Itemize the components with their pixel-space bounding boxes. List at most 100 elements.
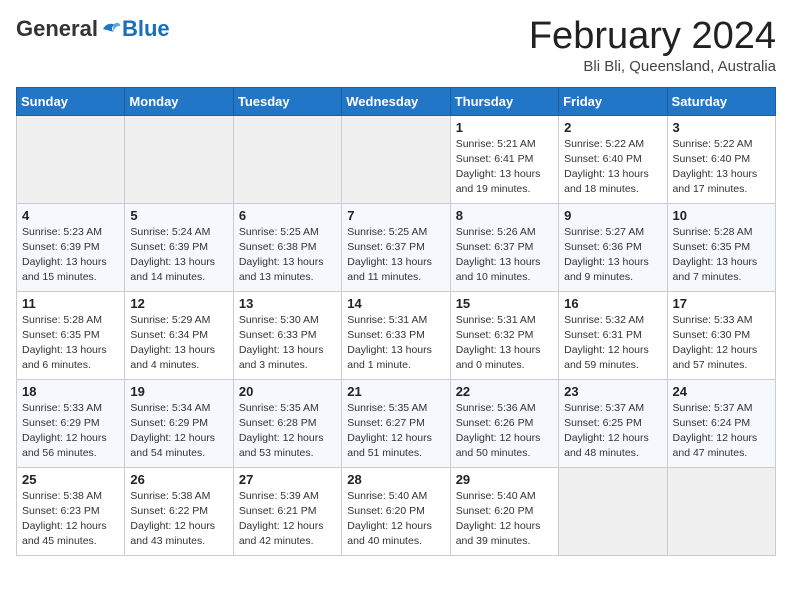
- day-info: Sunrise: 5:22 AMSunset: 6:40 PMDaylight:…: [673, 137, 770, 198]
- calendar-cell: 19Sunrise: 5:34 AMSunset: 6:29 PMDayligh…: [125, 379, 233, 467]
- calendar-cell: [17, 115, 125, 203]
- calendar-cell: [559, 467, 667, 555]
- day-info: Sunrise: 5:37 AMSunset: 6:25 PMDaylight:…: [564, 401, 661, 462]
- calendar-cell: 4 Sunrise: 5:23 AMSunset: 6:39 PMDaylight…: [17, 203, 125, 291]
- day-number: 25: [22, 472, 119, 487]
- day-info: Sunrise: 5:35 AMSunset: 6:28 PMDaylight:…: [239, 401, 336, 462]
- weekday-header-tuesday: Tuesday: [233, 87, 341, 115]
- calendar-cell: 7Sunrise: 5:25 AMSunset: 6:37 PMDaylight…: [342, 203, 450, 291]
- day-number: 22: [456, 384, 553, 399]
- logo-bird-icon: [100, 18, 122, 40]
- day-number: 13: [239, 296, 336, 311]
- day-number: 2: [564, 120, 661, 135]
- calendar-cell: 13 Sunrise: 5:30 AMSunset: 6:33 PMDayligh…: [233, 291, 341, 379]
- calendar-cell: 1Sunrise: 5:21 AMSunset: 6:41 PMDaylight…: [450, 115, 558, 203]
- day-number: 17: [673, 296, 770, 311]
- weekday-header-sunday: Sunday: [17, 87, 125, 115]
- day-number: 9: [564, 208, 661, 223]
- day-info: Sunrise: 5:25 AMSunset: 6:38 PMDaylight:…: [239, 225, 336, 286]
- weekday-header-friday: Friday: [559, 87, 667, 115]
- day-number: 1: [456, 120, 553, 135]
- day-number: 24: [673, 384, 770, 399]
- day-info: Sunrise: 5:37 AMSunset: 6:24 PMDaylight:…: [673, 401, 770, 462]
- calendar-week-row: 18Sunrise: 5:33 AMSunset: 6:29 PMDayligh…: [17, 379, 776, 467]
- calendar-title: February 2024: [529, 16, 776, 58]
- calendar-subtitle: Bli Bli, Queensland, Australia: [529, 58, 776, 75]
- day-info: Sunrise: 5:26 AMSunset: 6:37 PMDaylight:…: [456, 225, 553, 286]
- logo-general-text: General: [16, 16, 98, 42]
- day-number: 26: [130, 472, 227, 487]
- day-info: Sunrise: 5:31 AMSunset: 6:33 PMDaylight:…: [347, 313, 444, 374]
- weekday-header-saturday: Saturday: [667, 87, 775, 115]
- day-info: Sunrise: 5:33 AMSunset: 6:30 PMDaylight:…: [673, 313, 770, 374]
- calendar-cell: 26 Sunrise: 5:38 AMSunset: 6:22 PMDayligh…: [125, 467, 233, 555]
- calendar-cell: 21Sunrise: 5:35 AMSunset: 6:27 PMDayligh…: [342, 379, 450, 467]
- day-number: 27: [239, 472, 336, 487]
- day-info: Sunrise: 5:24 AMSunset: 6:39 PMDaylight:…: [130, 225, 227, 286]
- day-info: Sunrise: 5:33 AMSunset: 6:29 PMDaylight:…: [22, 401, 119, 462]
- day-number: 28: [347, 472, 444, 487]
- weekday-header-thursday: Thursday: [450, 87, 558, 115]
- day-info: Sunrise: 5:30 AMSunset: 6:33 PMDaylight:…: [239, 313, 336, 374]
- page-header: General Blue February 2024 Bli Bli, Quee…: [16, 16, 776, 75]
- day-number: 15: [456, 296, 553, 311]
- calendar-cell: 6 Sunrise: 5:25 AMSunset: 6:38 PMDaylight…: [233, 203, 341, 291]
- day-number: 4: [22, 208, 119, 223]
- weekday-header-monday: Monday: [125, 87, 233, 115]
- calendar-cell: 2 Sunrise: 5:22 AMSunset: 6:40 PMDaylight…: [559, 115, 667, 203]
- day-info: Sunrise: 5:28 AMSunset: 6:35 PMDaylight:…: [673, 225, 770, 286]
- calendar-cell: 14 Sunrise: 5:31 AMSunset: 6:33 PMDayligh…: [342, 291, 450, 379]
- calendar-week-row: 4 Sunrise: 5:23 AMSunset: 6:39 PMDaylight…: [17, 203, 776, 291]
- calendar-cell: [125, 115, 233, 203]
- calendar-cell: 28 Sunrise: 5:40 AMSunset: 6:20 PMDayligh…: [342, 467, 450, 555]
- day-number: 23: [564, 384, 661, 399]
- calendar-cell: 11Sunrise: 5:28 AMSunset: 6:35 PMDayligh…: [17, 291, 125, 379]
- weekday-header-wednesday: Wednesday: [342, 87, 450, 115]
- day-number: 19: [130, 384, 227, 399]
- calendar-cell: 9 Sunrise: 5:27 AMSunset: 6:36 PMDaylight…: [559, 203, 667, 291]
- day-number: 29: [456, 472, 553, 487]
- calendar-cell: 15 Sunrise: 5:31 AMSunset: 6:32 PMDayligh…: [450, 291, 558, 379]
- day-number: 8: [456, 208, 553, 223]
- day-info: Sunrise: 5:40 AMSunset: 6:20 PMDaylight:…: [456, 489, 553, 550]
- calendar-cell: 12 Sunrise: 5:29 AMSunset: 6:34 PMDayligh…: [125, 291, 233, 379]
- calendar-cell: 18Sunrise: 5:33 AMSunset: 6:29 PMDayligh…: [17, 379, 125, 467]
- day-info: Sunrise: 5:27 AMSunset: 6:36 PMDaylight:…: [564, 225, 661, 286]
- day-number: 21: [347, 384, 444, 399]
- day-info: Sunrise: 5:23 AMSunset: 6:39 PMDaylight:…: [22, 225, 119, 286]
- logo-blue-text: Blue: [122, 16, 170, 42]
- title-block: February 2024 Bli Bli, Queensland, Austr…: [529, 16, 776, 75]
- day-number: 12: [130, 296, 227, 311]
- calendar-table: SundayMondayTuesdayWednesdayThursdayFrid…: [16, 87, 776, 556]
- day-info: Sunrise: 5:31 AMSunset: 6:32 PMDaylight:…: [456, 313, 553, 374]
- calendar-cell: 24 Sunrise: 5:37 AMSunset: 6:24 PMDayligh…: [667, 379, 775, 467]
- calendar-cell: 5 Sunrise: 5:24 AMSunset: 6:39 PMDaylight…: [125, 203, 233, 291]
- day-info: Sunrise: 5:32 AMSunset: 6:31 PMDaylight:…: [564, 313, 661, 374]
- day-info: Sunrise: 5:38 AMSunset: 6:22 PMDaylight:…: [130, 489, 227, 550]
- day-info: Sunrise: 5:39 AMSunset: 6:21 PMDaylight:…: [239, 489, 336, 550]
- calendar-cell: [342, 115, 450, 203]
- calendar-cell: 22 Sunrise: 5:36 AMSunset: 6:26 PMDayligh…: [450, 379, 558, 467]
- calendar-cell: 29 Sunrise: 5:40 AMSunset: 6:20 PMDayligh…: [450, 467, 558, 555]
- calendar-cell: 27 Sunrise: 5:39 AMSunset: 6:21 PMDayligh…: [233, 467, 341, 555]
- calendar-cell: 20Sunrise: 5:35 AMSunset: 6:28 PMDayligh…: [233, 379, 341, 467]
- calendar-header-row: SundayMondayTuesdayWednesdayThursdayFrid…: [17, 87, 776, 115]
- calendar-cell: 8 Sunrise: 5:26 AMSunset: 6:37 PMDaylight…: [450, 203, 558, 291]
- logo: General Blue: [16, 16, 170, 42]
- day-info: Sunrise: 5:40 AMSunset: 6:20 PMDaylight:…: [347, 489, 444, 550]
- calendar-cell: 10 Sunrise: 5:28 AMSunset: 6:35 PMDayligh…: [667, 203, 775, 291]
- day-number: 5: [130, 208, 227, 223]
- day-info: Sunrise: 5:28 AMSunset: 6:35 PMDaylight:…: [22, 313, 119, 374]
- day-number: 7: [347, 208, 444, 223]
- day-info: Sunrise: 5:38 AMSunset: 6:23 PMDaylight:…: [22, 489, 119, 550]
- day-info: Sunrise: 5:22 AMSunset: 6:40 PMDaylight:…: [564, 137, 661, 198]
- day-number: 14: [347, 296, 444, 311]
- day-info: Sunrise: 5:36 AMSunset: 6:26 PMDaylight:…: [456, 401, 553, 462]
- day-number: 3: [673, 120, 770, 135]
- day-info: Sunrise: 5:29 AMSunset: 6:34 PMDaylight:…: [130, 313, 227, 374]
- calendar-cell: 16Sunrise: 5:32 AMSunset: 6:31 PMDayligh…: [559, 291, 667, 379]
- calendar-week-row: 11Sunrise: 5:28 AMSunset: 6:35 PMDayligh…: [17, 291, 776, 379]
- calendar-cell: 17 Sunrise: 5:33 AMSunset: 6:30 PMDayligh…: [667, 291, 775, 379]
- day-number: 6: [239, 208, 336, 223]
- day-number: 10: [673, 208, 770, 223]
